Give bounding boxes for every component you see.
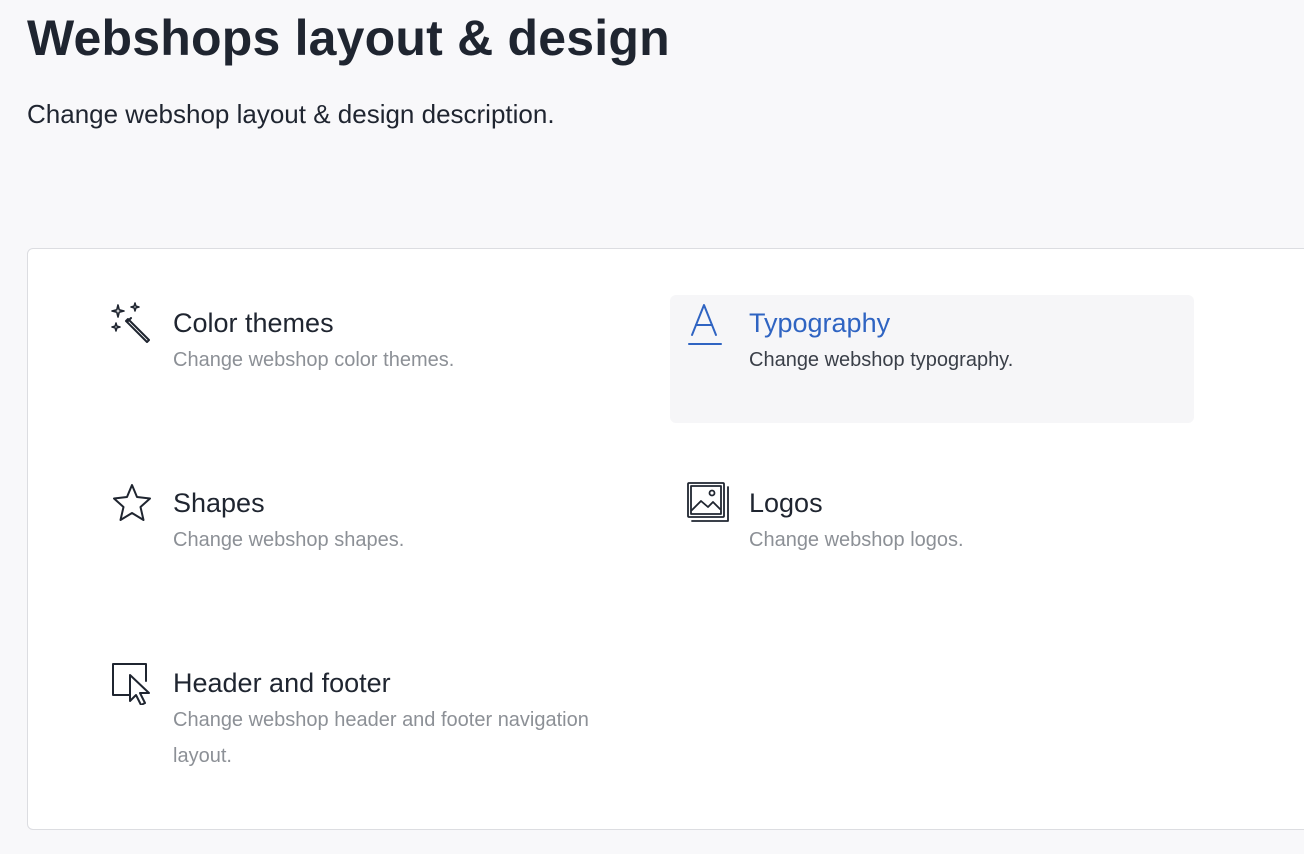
option-title: Shapes (173, 488, 265, 518)
option-title: Typography (749, 308, 891, 338)
typography-letter-a-icon (686, 301, 730, 345)
star-icon (110, 481, 154, 525)
cursor-window-icon (110, 661, 154, 705)
option-typography[interactable]: Typography Change webshop typography. (670, 295, 1194, 423)
option-logos[interactable]: Logos Change webshop logos. (670, 475, 1194, 603)
option-shapes[interactable]: Shapes Change webshop shapes. (94, 475, 618, 603)
page-title: Webshops layout & design (27, 10, 670, 66)
option-color-themes[interactable]: Color themes Change webshop color themes… (94, 295, 618, 423)
option-title: Header and footer (173, 668, 391, 698)
option-title: Logos (749, 488, 823, 518)
option-description: Change webshop header and footer navigat… (173, 709, 589, 767)
images-icon (686, 481, 730, 525)
magic-wand-icon (110, 301, 154, 345)
option-description: Change webshop color themes. (173, 349, 455, 371)
settings-options-card: Color themes Change webshop color themes… (27, 248, 1304, 830)
option-description: Change webshop logos. (749, 529, 964, 551)
option-description: Change webshop typography. (749, 349, 1014, 371)
option-title: Color themes (173, 308, 334, 338)
page-description: Change webshop layout & design descripti… (27, 99, 555, 129)
option-header-and-footer[interactable]: Header and footer Change webshop header … (94, 655, 618, 783)
option-description: Change webshop shapes. (173, 529, 405, 551)
